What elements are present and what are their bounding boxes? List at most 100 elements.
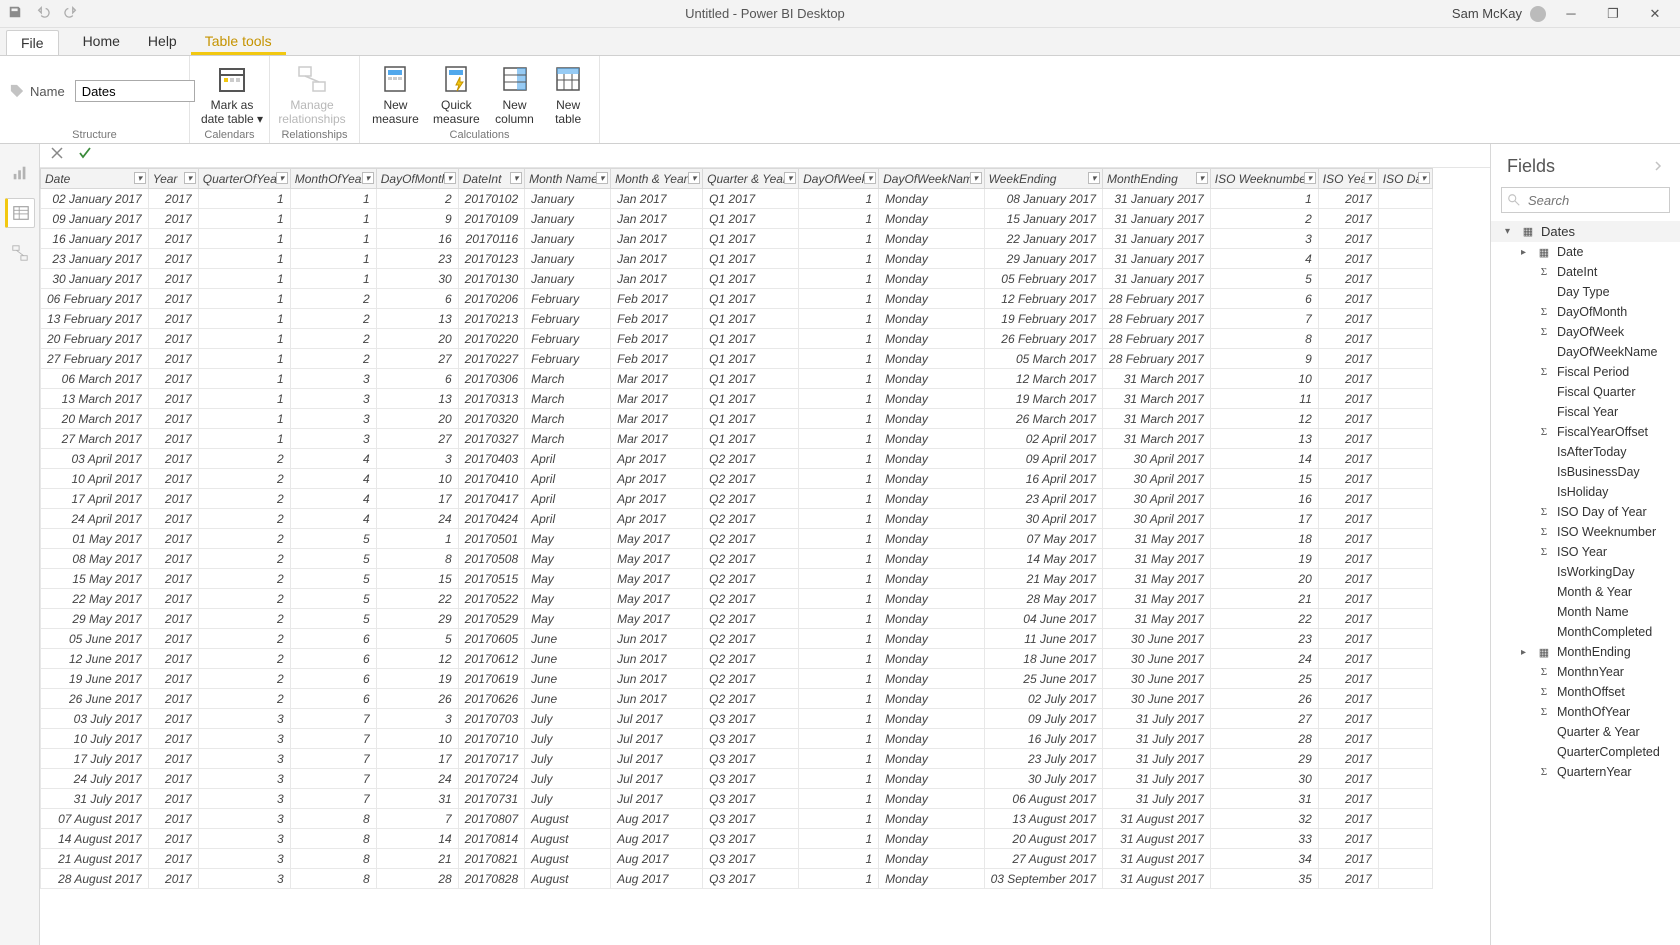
- cell[interactable]: Monday: [879, 669, 984, 689]
- cell[interactable]: [1378, 329, 1432, 349]
- cell[interactable]: 1: [799, 529, 879, 549]
- cell[interactable]: 2017: [1318, 789, 1378, 809]
- field-item[interactable]: ΣMonthOffset: [1491, 682, 1680, 702]
- cell[interactable]: Q2 2017: [703, 549, 799, 569]
- cell[interactable]: 31 July 2017: [41, 789, 149, 809]
- cell[interactable]: Monday: [879, 769, 984, 789]
- cell[interactable]: 10 April 2017: [41, 469, 149, 489]
- cell[interactable]: 16 January 2017: [41, 229, 149, 249]
- cell[interactable]: May: [525, 569, 611, 589]
- cell[interactable]: 1: [799, 189, 879, 209]
- table-row[interactable]: 20 February 20172017122020170220February…: [41, 329, 1433, 349]
- cell[interactable]: 1: [799, 769, 879, 789]
- cell[interactable]: 2017: [148, 729, 198, 749]
- cell[interactable]: Monday: [879, 349, 984, 369]
- cell[interactable]: Q1 2017: [703, 229, 799, 249]
- cell[interactable]: 20170220: [458, 329, 524, 349]
- cell[interactable]: 19 March 2017: [984, 389, 1102, 409]
- cell[interactable]: 3: [198, 869, 290, 889]
- cell[interactable]: 5: [290, 569, 376, 589]
- cell[interactable]: 26 February 2017: [984, 329, 1102, 349]
- field-item[interactable]: ΣFiscalYearOffset: [1491, 422, 1680, 442]
- cell[interactable]: 2017: [148, 189, 198, 209]
- cell[interactable]: 1: [799, 869, 879, 889]
- cell[interactable]: 2017: [1318, 529, 1378, 549]
- cell[interactable]: Monday: [879, 689, 984, 709]
- cell[interactable]: 7: [376, 809, 458, 829]
- cell[interactable]: 20170612: [458, 649, 524, 669]
- cell[interactable]: 1: [198, 209, 290, 229]
- cell[interactable]: 08 January 2017: [984, 189, 1102, 209]
- cell[interactable]: Q3 2017: [703, 749, 799, 769]
- cell[interactable]: 1: [799, 509, 879, 529]
- cell[interactable]: April: [525, 489, 611, 509]
- cell[interactable]: [1378, 469, 1432, 489]
- cell[interactable]: 3: [290, 429, 376, 449]
- cell[interactable]: 31 August 2017: [1103, 869, 1211, 889]
- cell[interactable]: 6: [376, 289, 458, 309]
- cell[interactable]: 2017: [148, 329, 198, 349]
- cell[interactable]: 5: [290, 609, 376, 629]
- cell[interactable]: 02 July 2017: [984, 689, 1102, 709]
- cell[interactable]: 19: [376, 669, 458, 689]
- cell[interactable]: 2: [1210, 209, 1318, 229]
- cell[interactable]: 22 January 2017: [984, 229, 1102, 249]
- data-view-button[interactable]: [5, 198, 35, 228]
- cell[interactable]: 31 January 2017: [1103, 249, 1211, 269]
- cell[interactable]: 19 June 2017: [41, 669, 149, 689]
- cell[interactable]: 2017: [148, 789, 198, 809]
- cell[interactable]: 21: [1210, 589, 1318, 609]
- field-item[interactable]: ΣQuarternYear: [1491, 762, 1680, 782]
- field-item[interactable]: Quarter & Year: [1491, 722, 1680, 742]
- cell[interactable]: Q3 2017: [703, 709, 799, 729]
- cell[interactable]: 2017: [1318, 349, 1378, 369]
- table-row[interactable]: 06 March 2017201713620170306MarchMar 201…: [41, 369, 1433, 389]
- cell[interactable]: 2017: [1318, 289, 1378, 309]
- column-filter-icon[interactable]: ▾: [362, 172, 374, 184]
- cell[interactable]: 31 January 2017: [1103, 229, 1211, 249]
- cell[interactable]: 2: [198, 509, 290, 529]
- cell[interactable]: June: [525, 689, 611, 709]
- cell[interactable]: Monday: [879, 289, 984, 309]
- field-item[interactable]: MonthCompleted: [1491, 622, 1680, 642]
- cell[interactable]: 15 January 2017: [984, 209, 1102, 229]
- cell[interactable]: [1378, 649, 1432, 669]
- cell[interactable]: Q2 2017: [703, 669, 799, 689]
- cell[interactable]: 2017: [148, 449, 198, 469]
- cell[interactable]: May: [525, 549, 611, 569]
- cell[interactable]: Apr 2017: [611, 449, 703, 469]
- cell[interactable]: Mar 2017: [611, 409, 703, 429]
- tab-table-tools[interactable]: Table tools: [191, 28, 286, 55]
- cell[interactable]: February: [525, 309, 611, 329]
- column-filter-icon[interactable]: ▾: [970, 172, 982, 184]
- field-item[interactable]: ▸▦Date: [1491, 242, 1680, 262]
- cell[interactable]: August: [525, 829, 611, 849]
- cell[interactable]: 21: [376, 849, 458, 869]
- cell[interactable]: 2017: [148, 809, 198, 829]
- cell[interactable]: 2017: [1318, 549, 1378, 569]
- field-item[interactable]: ΣDateInt: [1491, 262, 1680, 282]
- cell[interactable]: 25: [1210, 669, 1318, 689]
- cell[interactable]: Q2 2017: [703, 649, 799, 669]
- mark-as-date-table-button[interactable]: Mark as date table ▾: [200, 62, 264, 127]
- column-header[interactable]: ISO Weeknumber▾: [1210, 169, 1318, 189]
- cell[interactable]: [1378, 749, 1432, 769]
- field-item[interactable]: ΣDayOfWeek: [1491, 322, 1680, 342]
- column-filter-icon[interactable]: ▾: [596, 172, 608, 184]
- cell[interactable]: [1378, 769, 1432, 789]
- cell[interactable]: Q3 2017: [703, 789, 799, 809]
- cell[interactable]: 20170626: [458, 689, 524, 709]
- cell[interactable]: 20170213: [458, 309, 524, 329]
- cell[interactable]: 7: [290, 729, 376, 749]
- cell[interactable]: 2: [376, 189, 458, 209]
- cell[interactable]: 2017: [1318, 189, 1378, 209]
- cell[interactable]: 20170410: [458, 469, 524, 489]
- cell[interactable]: Monday: [879, 629, 984, 649]
- cell[interactable]: 15: [376, 569, 458, 589]
- cell[interactable]: 21 August 2017: [41, 849, 149, 869]
- cell[interactable]: 2017: [148, 849, 198, 869]
- cell[interactable]: 2017: [148, 409, 198, 429]
- cell[interactable]: May: [525, 609, 611, 629]
- cell[interactable]: Feb 2017: [611, 309, 703, 329]
- column-header[interactable]: Year▾: [148, 169, 198, 189]
